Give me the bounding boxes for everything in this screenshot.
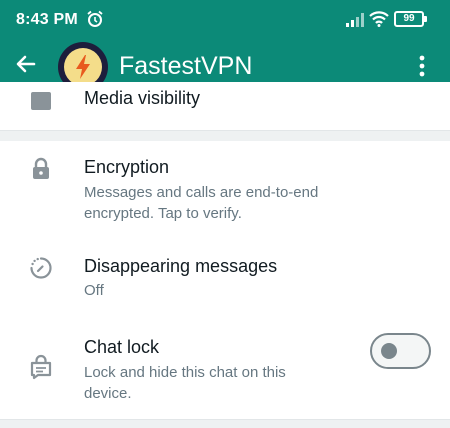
lightning-bolt-icon (76, 55, 90, 79)
chat-lock-toggle[interactable] (370, 333, 431, 369)
image-icon (31, 92, 51, 110)
wifi-icon (369, 11, 389, 32)
contact-name[interactable]: FastestVPN (119, 52, 252, 81)
timer-icon (29, 256, 53, 285)
more-options-icon[interactable] (418, 55, 426, 82)
media-visibility-row[interactable]: Media visibility (0, 82, 450, 130)
status-bar: 8:43 PM 99 (0, 0, 450, 40)
battery-icon: 99 (394, 11, 427, 27)
signal-icon (346, 13, 364, 32)
media-visibility-label: Media visibility (84, 88, 201, 108)
chat-lock-subtitle-line1: Lock and hide this chat on this (84, 364, 286, 381)
encryption-subtitle-line1: Messages and calls are end-to-end (84, 184, 319, 201)
lock-icon (30, 157, 52, 186)
back-arrow-icon[interactable] (14, 52, 38, 81)
alarm-icon (86, 10, 104, 33)
disappearing-messages-title: Disappearing messages (84, 256, 278, 276)
toggle-knob (381, 343, 397, 359)
encryption-subtitle-line2: encrypted. Tap to verify. (84, 205, 242, 222)
section-divider (0, 130, 450, 141)
chat-lock-title: Chat lock (84, 337, 160, 357)
chat-lock-icon (30, 354, 52, 385)
chat-lock-subtitle-line2: device. (84, 385, 132, 402)
status-time: 8:43 PM (16, 11, 78, 28)
disappearing-messages-value: Off (84, 282, 104, 299)
encryption-title: Encryption (84, 157, 170, 177)
